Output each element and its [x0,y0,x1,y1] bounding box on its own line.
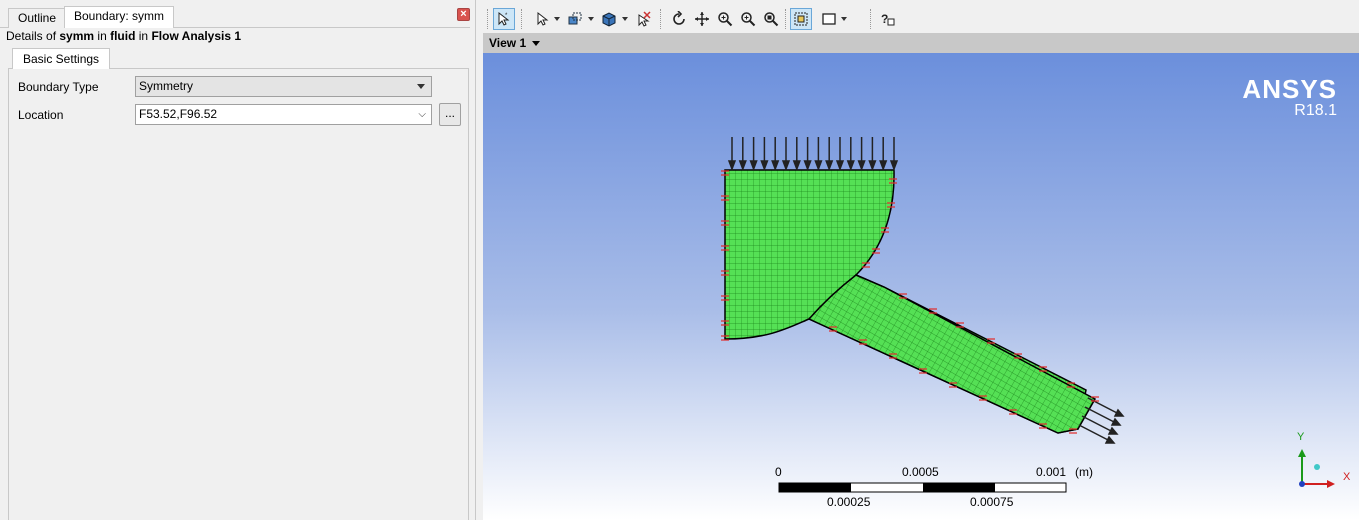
scale-tick-b2: 0.00075 [970,495,1014,509]
viewport-icon[interactable] [818,8,840,30]
inlet-arrow-head [771,160,780,172]
inlet-arrow-head [814,160,823,172]
details-panel: Outline Boundary: symm × Details of symm… [0,0,476,520]
inlet-arrows [727,137,899,172]
toolbar-separator [521,9,522,29]
inlet-arrow-head [781,160,791,172]
toolbar-separator [785,9,786,29]
boundary-type-value: Symmetry [139,79,193,93]
zoom-box-icon[interactable] [737,8,759,30]
toolbar-separator [487,9,488,29]
details-domain: fluid [110,29,136,43]
inlet-arrow-head [727,160,737,172]
application-window: Outline Boundary: symm × Details of symm… [0,0,1359,520]
details-object: symm [59,29,95,43]
panel-tab-strip: Outline Boundary: symm [0,6,476,28]
graphics-viewport[interactable]: ANSYS R18.1 0 0.0005 0.001 (m) 0.00025 0… [483,53,1359,520]
location-label: Location [18,108,64,122]
svg-text:?: ? [881,12,888,26]
axis-x-label: X [1343,471,1351,483]
cursor-select-icon[interactable]: * [493,8,515,30]
zoom-fit-icon[interactable] [760,8,782,30]
location-browse-button[interactable]: ... [439,103,461,126]
viewport-dropdown-icon[interactable] [841,17,847,21]
select-mode-dropdown-icon[interactable] [554,17,560,21]
inlet-arrow-head [889,160,899,172]
close-icon[interactable]: × [457,8,470,21]
inlet-arrow-head [803,160,812,172]
details-header: Details of symm in fluid in Flow Analysi… [6,29,241,43]
details-in-2: in [138,29,149,43]
location-value: F53.52,F96.52 [139,107,218,121]
scale-tick-b1: 0.00025 [827,495,871,509]
tab-outline[interactable]: Outline [8,8,67,28]
solid-box-dropdown-icon[interactable] [622,17,628,21]
zoom-icon[interactable] [714,8,736,30]
scale-tick-0: 0 [775,465,782,479]
fit-selection-icon[interactable] [790,8,812,30]
mesh-channel [807,274,1097,434]
viewer-toolbar: * ? [483,5,1359,33]
inlet-arrow-head [792,160,801,172]
scale-tick-2: 0.001 [1036,465,1067,479]
tab-basic-settings[interactable]: Basic Settings [12,48,111,69]
details-in: in [97,29,107,43]
inlet-arrow-head [846,160,855,172]
inlet-arrow-head [749,160,758,172]
details-analysis: Flow Analysis 1 [151,29,242,43]
details-prefix: Details of [6,29,57,43]
rotate-icon[interactable] [668,8,690,30]
scale-tick-1: 0.0005 [902,465,939,479]
inlet-arrow-head [835,160,845,172]
help-icon[interactable]: ? [877,8,899,30]
location-combo[interactable]: F53.52,F96.52 ⌵ [135,104,432,125]
settings-form: Boundary Type Symmetry Location F53.52,F… [8,68,469,520]
view-dropdown-icon[interactable] [532,41,540,46]
inlet-arrow-head [879,160,888,172]
chevron-down-icon: ⌵ [418,109,426,120]
inlet-arrow-head [857,160,866,172]
mesh-geometry [721,137,1125,444]
svg-text:*: * [505,13,508,19]
boundary-type-label: Boundary Type [18,80,99,94]
solid-box-icon[interactable] [598,8,620,30]
pick-icon[interactable] [632,8,654,30]
axis-y-label: Y [1297,431,1305,443]
dropdown-arrow-icon [417,84,425,89]
view-header: View 1 [483,33,1359,53]
view-title[interactable]: View 1 [489,36,526,50]
inlet-arrow-head [825,160,834,172]
inlet-arrow-head [760,160,769,172]
toolbar-separator [870,9,871,29]
inlet-arrow-head [868,160,877,172]
tab-boundary-symm[interactable]: Boundary: symm [64,6,175,28]
toolbar-separator [660,9,661,29]
select-mode-icon[interactable] [531,8,553,30]
box-select-icon[interactable] [564,8,586,30]
inlet-arrow-head [738,160,747,172]
scale-unit: (m) [1075,465,1093,479]
boundary-type-select[interactable]: Symmetry [135,76,432,97]
box-select-dropdown-icon[interactable] [588,17,594,21]
pan-icon[interactable] [691,8,713,30]
settings-area: Boundary Type Symmetry Location F53.52,F… [8,48,469,520]
